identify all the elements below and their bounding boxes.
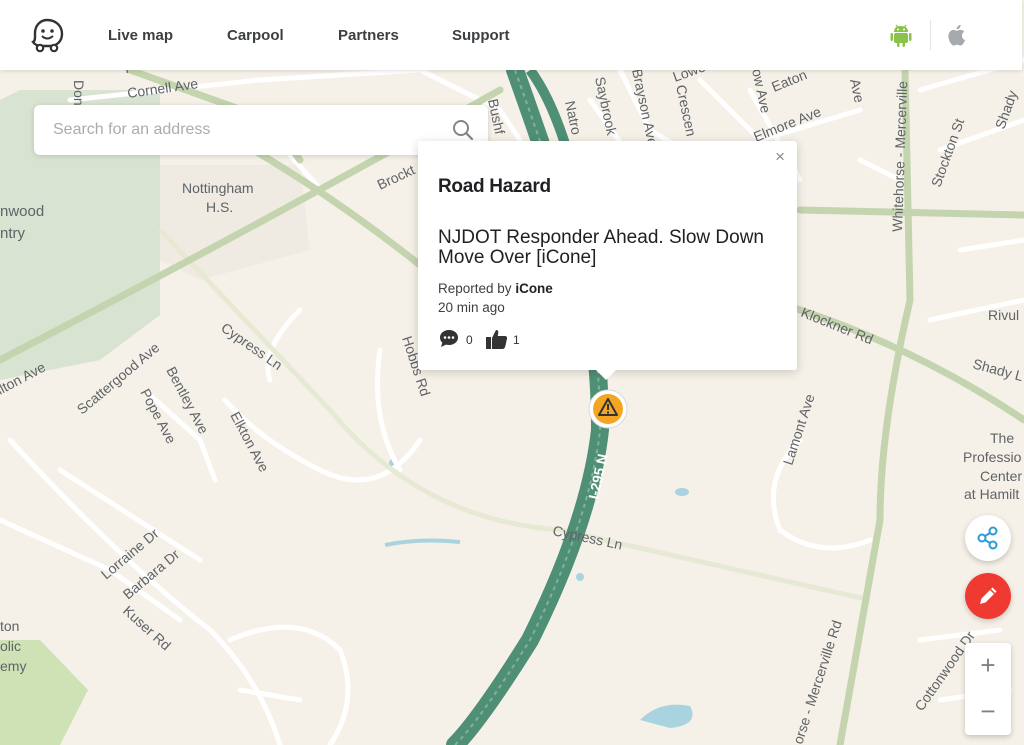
nav-support[interactable]: Support bbox=[452, 0, 510, 70]
map-label: Don bbox=[71, 80, 87, 106]
comments-count: 0 bbox=[466, 333, 473, 347]
zoom-out-button[interactable]: − bbox=[965, 689, 1011, 735]
alert-title: Road Hazard bbox=[438, 176, 551, 197]
pencil-icon bbox=[980, 587, 997, 604]
map-label: at Hamilt bbox=[964, 486, 1019, 502]
nav-partners[interactable]: Partners bbox=[338, 0, 399, 70]
map-label: H.S. bbox=[206, 199, 233, 215]
map-label: ton bbox=[0, 618, 19, 634]
alert-description: NJDOT Responder Ahead. Slow Down Move Ov… bbox=[438, 227, 764, 268]
comment-icon bbox=[440, 330, 458, 347]
share-icon bbox=[977, 526, 998, 550]
map-label: olic bbox=[0, 638, 21, 654]
alert-popup: × Road Hazard NJDOT Responder Ahead. Slo… bbox=[418, 141, 797, 380]
map-label: Rivul bbox=[988, 307, 1019, 323]
map-label: Professio bbox=[963, 449, 1022, 465]
apple-icon[interactable] bbox=[945, 22, 971, 48]
time-ago: 20 min ago bbox=[438, 300, 505, 315]
top-navigation-bar: Live map Carpool Partners Support bbox=[0, 0, 1022, 70]
map-label: nwood bbox=[0, 203, 44, 220]
search-input[interactable] bbox=[34, 105, 453, 155]
zoom-in-button[interactable]: + bbox=[965, 643, 1011, 689]
water bbox=[675, 488, 689, 496]
reported-by: Reported by iCone bbox=[438, 281, 553, 296]
waze-logo-icon[interactable] bbox=[28, 16, 66, 54]
close-button[interactable]: × bbox=[775, 147, 785, 167]
report-button[interactable] bbox=[965, 573, 1011, 619]
reporter-name: iCone bbox=[515, 281, 553, 296]
zoom-controls: + − bbox=[965, 643, 1011, 735]
search-icon[interactable] bbox=[452, 119, 474, 141]
road-upper bbox=[796, 206, 1024, 219]
map-label: ntry bbox=[0, 225, 26, 242]
water bbox=[576, 573, 584, 581]
android-icon[interactable] bbox=[888, 22, 914, 48]
nav-live-map[interactable]: Live map bbox=[108, 0, 173, 70]
reported-prefix: Reported by bbox=[438, 281, 512, 296]
road-hazard-marker[interactable] bbox=[586, 388, 630, 436]
thumbs-up-icon bbox=[486, 330, 508, 349]
map-label: Center bbox=[980, 468, 1022, 484]
map-label: The bbox=[990, 430, 1014, 446]
map-label: Nottingham bbox=[182, 180, 254, 196]
nav-carpool[interactable]: Carpool bbox=[227, 0, 284, 70]
map-label: emy bbox=[0, 658, 26, 674]
share-button[interactable] bbox=[965, 515, 1011, 561]
thumbs-count: 1 bbox=[513, 333, 520, 347]
divider bbox=[930, 20, 931, 50]
